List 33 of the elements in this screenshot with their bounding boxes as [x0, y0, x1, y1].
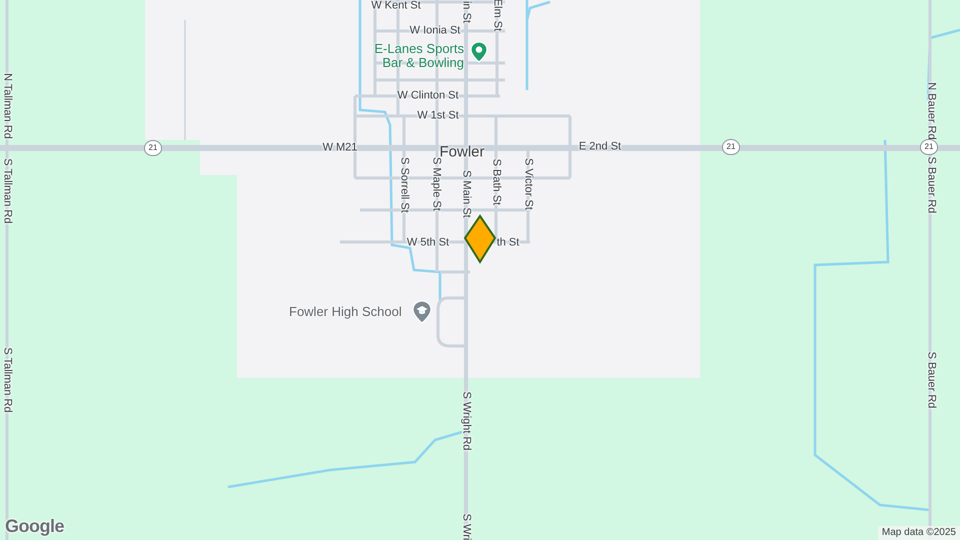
street-label: S Wright Rd: [460, 391, 472, 451]
street-label: N Bauer Rd: [924, 82, 938, 140]
street-label: W Clinton St: [397, 90, 459, 102]
street-label: E 2nd St: [578, 140, 622, 154]
town-label: Fowler: [440, 144, 484, 160]
street-label: W Kent St: [371, 0, 421, 12]
map-logo: Google: [5, 516, 64, 537]
street-label: S Wri: [460, 514, 472, 540]
attribution-text: Map data ©2025: [878, 526, 960, 540]
street-label: S Bauer Rd: [924, 156, 938, 214]
street-label: W 1st St: [417, 110, 459, 122]
street-label: S Sorrell St: [398, 157, 410, 213]
street-label: S Bauer Rd: [924, 352, 938, 408]
street-label: th St: [496, 236, 520, 250]
route-shield: 21: [722, 139, 740, 155]
place-label[interactable]: E-Lanes Sports Bar & Bowling: [370, 42, 464, 70]
street-label: W Ionia St: [410, 24, 460, 38]
place-label[interactable]: Fowler High School: [289, 305, 402, 319]
route-shield: 21: [920, 139, 938, 155]
street-label: S Maple St: [430, 157, 442, 211]
route-shield: 21: [144, 140, 162, 156]
map-pin-icon[interactable]: [470, 41, 488, 63]
street-label: S Victor St: [522, 158, 534, 210]
street-label: in St: [460, 1, 472, 23]
street-label: W M21: [322, 142, 358, 154]
street-label: N Tallman Rd: [0, 73, 14, 139]
street-label: Elm St: [490, 0, 504, 32]
street-label: S Bath St: [490, 158, 502, 206]
school-pin-icon[interactable]: [412, 300, 432, 324]
street-label: S Main St: [460, 170, 472, 218]
street-label: W 5th St: [406, 236, 450, 250]
street-label: S Tallman Rd: [0, 158, 14, 224]
street-label: S Tallman Rd: [0, 347, 14, 413]
